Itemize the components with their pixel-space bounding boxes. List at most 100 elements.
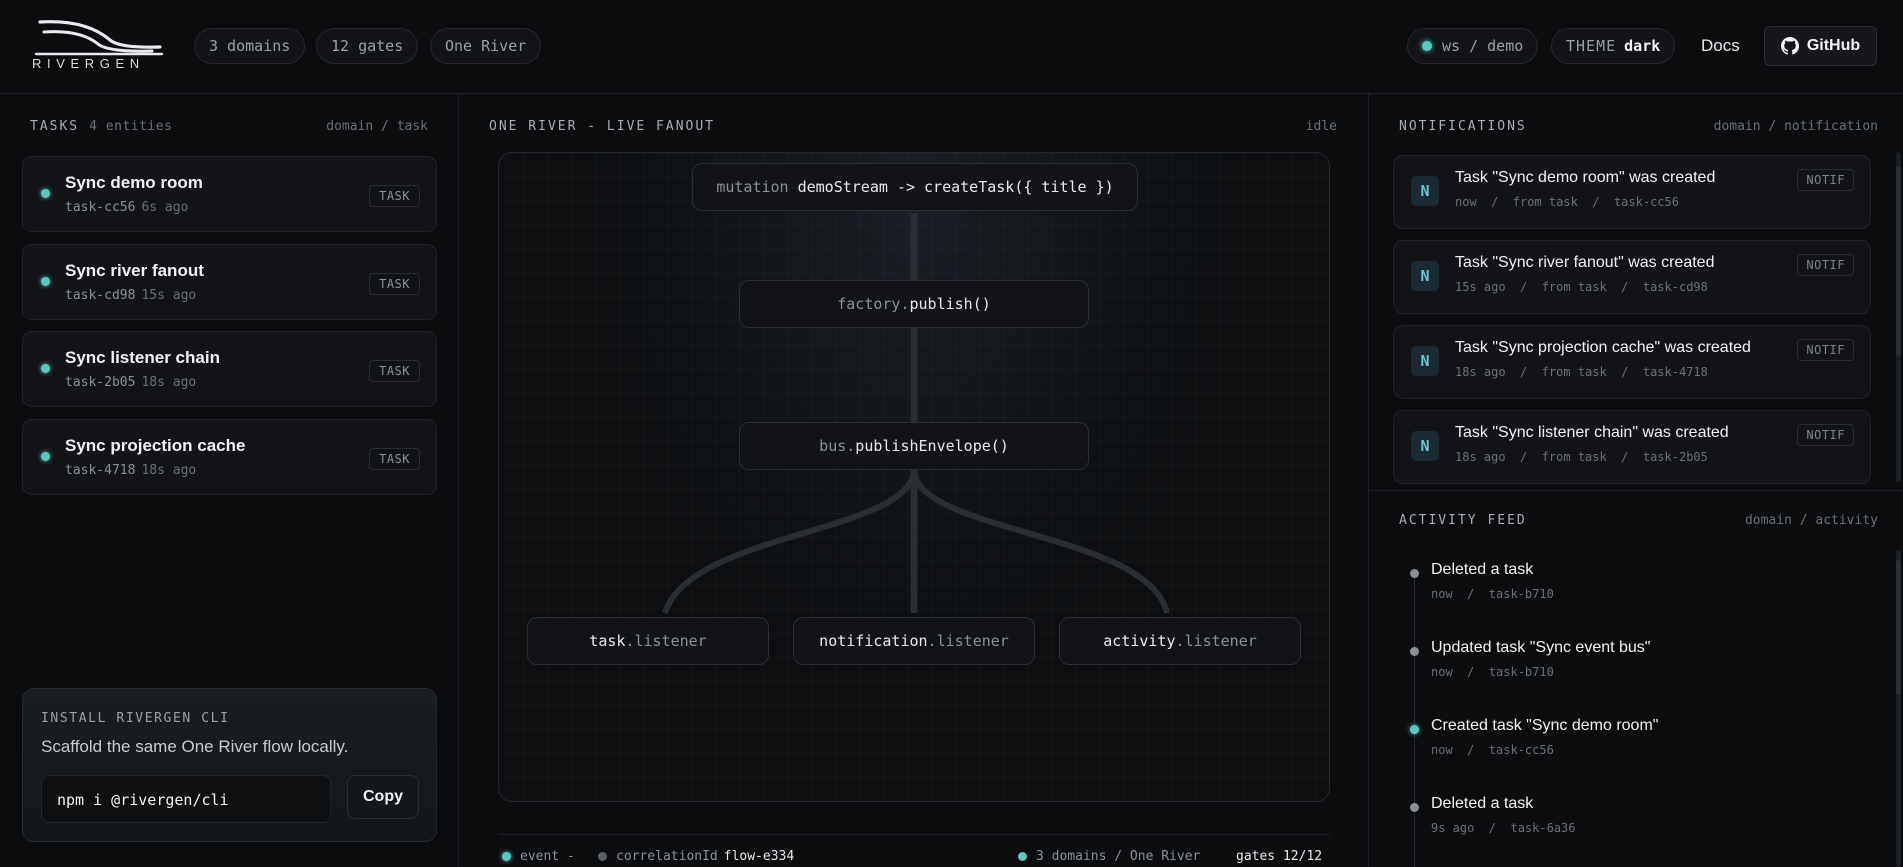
correlation-indicator: correlationId flow-e334 (598, 849, 794, 864)
activity-route: domain / activity (1744, 513, 1878, 528)
event-dot (502, 852, 511, 861)
notification-meta: now / from task / task-cc56 (1455, 195, 1679, 209)
one-river-pill[interactable]: One River (430, 28, 542, 64)
activity-dot (1410, 569, 1419, 578)
task-card[interactable]: Sync projection cache task-4718 18s ago T… (22, 419, 437, 495)
activity-dot (1410, 647, 1419, 656)
fanout-status: idle (1305, 119, 1337, 134)
notifications-scrollbar[interactable] (1896, 152, 1901, 482)
notification-icon: N (1411, 431, 1439, 461)
install-cli-card: INSTALL RIVERGEN CLI Scaffold the same O… (22, 688, 437, 842)
task-badge: TASK (369, 185, 420, 207)
task-listener-node[interactable]: task .listener (527, 617, 769, 665)
bus-publish-node[interactable]: bus. publishEnvelope() (739, 422, 1089, 470)
flow-diagram: mutation demoStream -> createTask({ title… (498, 152, 1330, 802)
task-card[interactable]: Sync listener chain task-2b05 18s ago TAS… (22, 331, 437, 407)
activity-item[interactable]: Deleted a task now / task-b710 (1405, 555, 1865, 607)
task-card[interactable]: Sync river fanout task-cd98 15s ago TASK (22, 244, 437, 320)
docs-link[interactable]: Docs (1701, 36, 1740, 56)
task-id: task-cc56 6s ago (65, 200, 188, 215)
notification-badge: NOTIF (1797, 424, 1854, 446)
activity-dot (1410, 803, 1419, 812)
notification-meta: 18s ago / from task / task-2b05 (1455, 450, 1708, 464)
rivergen-logo[interactable]: RIVERGEN (30, 18, 166, 74)
mutation-call: demoStream -> createTask({ title }) (797, 178, 1114, 196)
tasks-route: domain / task (326, 119, 428, 134)
listener-suffix: .listener (927, 632, 1009, 650)
notification-listener-node[interactable]: notification .listener (793, 617, 1035, 665)
domains-indicator: 3 domains / One River (1018, 849, 1200, 864)
notification-badge: NOTIF (1797, 339, 1854, 361)
notification-card[interactable]: N Task "Sync listener chain" was created… (1393, 410, 1871, 484)
bus-object: bus. (819, 437, 856, 455)
publish-function: publish() (909, 295, 991, 313)
activity-scrollbar[interactable] (1896, 550, 1901, 867)
activity-item[interactable]: Updated task "Sync event bus" now / task… (1405, 633, 1865, 685)
gates-pill[interactable]: 12 gates (316, 28, 419, 64)
task-id: task-4718 18s ago (65, 463, 196, 478)
notification-card[interactable]: N Task "Sync projection cache" was creat… (1393, 325, 1871, 399)
factory-publish-node[interactable]: factory. publish() (739, 280, 1089, 328)
event-label: event - (520, 849, 575, 864)
notification-meta: 15s ago / from task / task-cd98 (1455, 280, 1708, 294)
github-button[interactable]: GitHub (1764, 26, 1877, 66)
install-title: INSTALL RIVERGEN CLI (41, 711, 230, 726)
gates-pill-label: 12 gates (331, 37, 404, 55)
notifications-scroll-thumb[interactable] (1896, 166, 1901, 356)
task-badge: TASK (369, 360, 420, 382)
notifications-title: NOTIFICATIONS (1399, 119, 1527, 134)
logo-wordmark: RIVERGEN (32, 56, 145, 71)
notification-title: Task "Sync listener chain" was created (1455, 424, 1729, 441)
github-label: GitHub (1806, 37, 1861, 54)
notification-title: Task "Sync river fanout" was created (1455, 254, 1715, 271)
task-card[interactable]: Sync demo room task-cc56 6s ago TASK (22, 156, 437, 232)
notification-card[interactable]: N Task "Sync river fanout" was created 1… (1393, 240, 1871, 314)
activity-dot (1410, 725, 1419, 734)
install-command[interactable]: npm i @rivergen/cli (41, 775, 331, 823)
flow-footer: event - correlationId flow-e334 3 domain… (498, 834, 1330, 864)
task-id-text: task-cd98 (65, 288, 136, 303)
domains-pill-label: 3 domains (209, 37, 291, 55)
notification-icon: N (1411, 261, 1439, 291)
activity-item[interactable]: Created task "Sync demo room" now / task… (1405, 711, 1865, 763)
mutation-keyword: mutation (716, 178, 789, 196)
task-age: 15s ago (141, 288, 197, 303)
flow-connectors (662, 213, 1170, 614)
domains-pill[interactable]: 3 domains (194, 28, 306, 64)
notification-title: Task "Sync demo room" was created (1455, 169, 1716, 186)
domains-label: 3 domains / One River (1036, 849, 1201, 864)
task-status-dot (41, 189, 50, 198)
activity-title-text: Deleted a task (1431, 561, 1534, 578)
mutation-node[interactable]: mutation demoStream -> createTask({ title… (692, 163, 1138, 211)
correlation-dot (598, 852, 607, 861)
task-badge: TASK (369, 448, 420, 470)
activity-title-text: Created task "Sync demo room" (1431, 717, 1659, 734)
theme-label: THEME (1566, 37, 1617, 55)
tasks-panel: TASKS 4 entities domain / task Sync demo … (0, 94, 459, 867)
copy-button[interactable]: Copy (347, 775, 419, 819)
task-age: 6s ago (141, 200, 189, 215)
activity-item[interactable]: Deleted a task 9s ago / task-6a36 (1405, 789, 1865, 841)
bus-function: publishEnvelope() (855, 437, 1009, 455)
tasks-title-text: TASKS (30, 119, 80, 134)
right-panel: NOTIFICATIONS domain / notification N Ta… (1369, 94, 1903, 867)
connection-status-dot (1422, 41, 1432, 51)
activity-scroll-thumb[interactable] (1896, 560, 1901, 695)
notification-title: Task "Sync projection cache" was created (1455, 339, 1751, 356)
listener-suffix: .listener (1175, 632, 1257, 650)
task-status-dot (41, 277, 50, 286)
task-age: 18s ago (141, 463, 197, 478)
listener-domain: notification (819, 632, 928, 650)
websocket-status-pill[interactable]: ws / demo (1407, 28, 1539, 64)
notification-icon: N (1411, 176, 1439, 206)
gates-label: gates 12/12 (1236, 849, 1323, 864)
theme-toggle[interactable]: THEME dark (1551, 28, 1676, 64)
branch-task-line (662, 470, 917, 614)
activity-meta: now / task-b710 (1431, 665, 1554, 679)
websocket-label: ws / demo (1442, 37, 1524, 55)
activity-listener-node[interactable]: activity .listener (1059, 617, 1301, 665)
fanout-title: ONE RIVER - LIVE FANOUT (489, 119, 716, 134)
notification-meta: 18s ago / from task / task-4718 (1455, 365, 1708, 379)
task-id-text: task-cc56 (65, 200, 136, 215)
notification-card[interactable]: N Task "Sync demo room" was created now … (1393, 155, 1871, 229)
